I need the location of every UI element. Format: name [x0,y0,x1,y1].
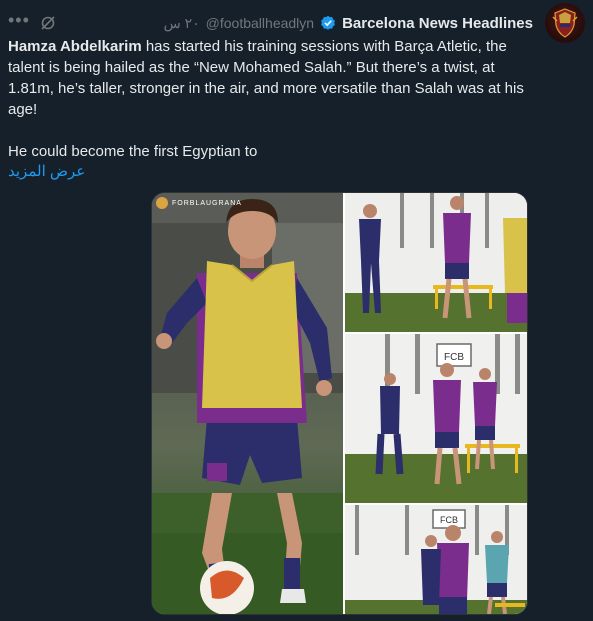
tweet-text-line2: He could become the first Egyptian to [8,143,258,160]
avatar[interactable] [545,3,585,43]
tweet-text: Hamza Abdelkarim has started his trainin… [8,36,533,162]
watermark-text: FORBLAUGRANA [172,199,242,207]
author-name[interactable]: Barcelona News Headlines [342,15,533,32]
media-photo-3[interactable]: FCB [345,334,527,503]
tweet-text-bold: Hamza Abdelkarim [8,38,142,55]
tweet-header: ••• ٢٠ س @footballheadlyn Barcelona News… [8,3,585,43]
media-photo-main[interactable]: FORBLAUGRANA [152,193,343,614]
media-photo-4[interactable]: FCB [345,505,527,614]
tweet-media[interactable]: FORBLAUGRANA FCB FCB [151,192,528,615]
grok-icon[interactable] [40,15,56,31]
svg-text:FCB: FCB [440,515,458,525]
author-handle[interactable]: @footballheadlyn [206,15,314,31]
watermark-logo-icon [156,197,168,209]
training-scene-1 [345,193,527,332]
more-options-icon[interactable]: ••• [8,11,30,31]
player-illustration [152,193,343,614]
tweet[interactable]: ••• ٢٠ س @footballheadlyn Barcelona News… [0,0,593,621]
training-scene-3: FCB [345,505,527,614]
show-more-link[interactable]: عرض المزيد [8,162,85,180]
verified-icon [321,15,335,30]
avatar-emblem-icon [552,8,578,38]
svg-text:FCB: FCB [444,352,464,363]
tweet-timestamp[interactable]: ٢٠ س [164,15,200,32]
media-watermark: FORBLAUGRANA [156,197,242,209]
media-photo-2[interactable] [345,193,527,332]
header-actions: ••• [8,11,56,31]
training-scene-2: FCB [345,334,527,503]
